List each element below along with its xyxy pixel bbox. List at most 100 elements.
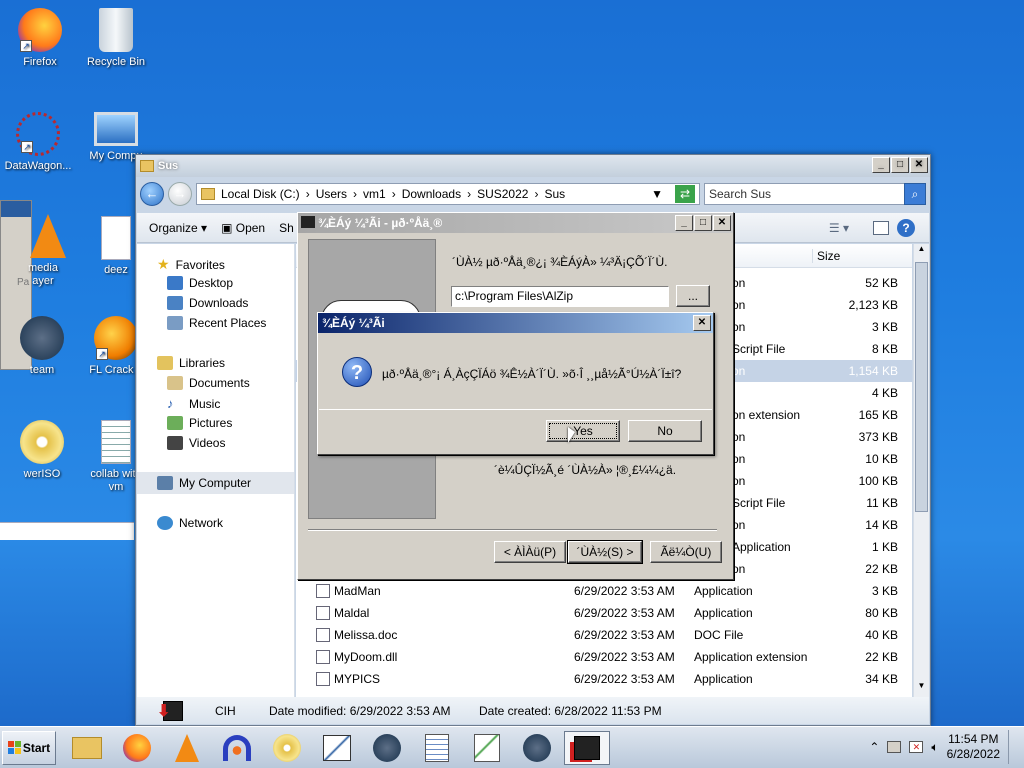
nav-network[interactable]: Network	[157, 516, 223, 530]
breadcrumb-item[interactable]: Local Disk (C:)	[221, 187, 300, 201]
taskbar-steam-2[interactable]	[514, 731, 560, 765]
forward-button[interactable]: →	[168, 182, 192, 206]
file-type: Script File	[732, 342, 786, 356]
start-button[interactable]: Start	[2, 730, 56, 765]
nav-pictures[interactable]: Pictures	[167, 416, 232, 430]
install-path-field[interactable]: c:\Program Files\AlZip	[451, 286, 669, 307]
table-row[interactable]: Maldal 6/29/2022 3:53 AM Application 80 KB	[296, 602, 912, 624]
no-button[interactable]: No	[628, 420, 702, 442]
nav-documents[interactable]: Documents	[167, 376, 250, 390]
network-status-icon[interactable]: ✕	[909, 741, 924, 753]
refresh-icon[interactable]: ⇄	[675, 185, 695, 203]
scroll-down-icon[interactable]: ▼	[914, 681, 929, 697]
installer-title: ¾ÈÁý ¼³Ãi - µð·ºÅä¸®	[318, 216, 443, 230]
share-button[interactable]: Sh	[279, 221, 294, 235]
installer-titlebar[interactable]: ¾ÈÁý ¼³Ãi - µð·ºÅä¸® _ □ ✕	[298, 213, 733, 233]
desktop-icon-label: team	[29, 364, 55, 376]
back-button[interactable]: ←	[140, 182, 164, 206]
file-icon	[316, 672, 330, 686]
chevron-down-icon[interactable]: ▼	[651, 187, 663, 201]
action-center-icon[interactable]	[887, 741, 902, 753]
table-row[interactable]: MyDoom.dll 6/29/2022 3:53 AM Application e…	[296, 646, 912, 668]
system-tray: ⌃ ✕ 🔈︎ 11:54 PM 6/28/2022	[869, 730, 1020, 764]
taskbar-steam[interactable]	[364, 731, 410, 765]
file-icon	[316, 584, 330, 598]
column-size-header[interactable]: Size	[812, 249, 912, 263]
nav-downloads[interactable]: Downloads	[167, 296, 248, 310]
breadcrumb-item[interactable]: SUS2022	[477, 187, 528, 201]
vertical-scrollbar[interactable]: ▲ ▼	[913, 244, 929, 697]
explorer-titlebar[interactable]: Sus _ □ ✕	[136, 155, 930, 177]
views-icon[interactable]: ☰ ▾	[829, 221, 849, 235]
desktop-icon-firefox[interactable]: ↗ Firefox	[0, 8, 80, 69]
maximize-button[interactable]: □	[891, 157, 909, 173]
nav-videos[interactable]: Videos	[167, 436, 225, 450]
taskbar-chart-app[interactable]	[464, 731, 510, 765]
installer-back-button[interactable]: < ÀÌÀü(P)	[494, 541, 566, 563]
desktop-icon-label: media ayer	[28, 262, 58, 287]
close-button[interactable]: ✕	[713, 215, 731, 231]
breadcrumb-item[interactable]: Downloads	[402, 187, 461, 201]
close-button[interactable]: ✕	[910, 157, 928, 173]
nav-label: Recent Places	[189, 316, 267, 330]
nav-desktop[interactable]: Desktop	[167, 276, 233, 290]
file-size: 80 KB	[865, 606, 898, 620]
taskbar-paint-app[interactable]	[314, 731, 360, 765]
open-button[interactable]: ▣ Open	[221, 221, 265, 235]
maximize-button[interactable]: □	[694, 215, 712, 231]
address-bar[interactable]: Local Disk (C:) › Users › vm1 › Downloads › …	[196, 183, 700, 205]
close-button[interactable]: ✕	[693, 315, 711, 331]
taskbar-explorer[interactable]	[64, 731, 110, 765]
nav-my-computer[interactable]: My Computer	[137, 472, 294, 494]
taskbar-audacity[interactable]	[214, 731, 260, 765]
desktop-icon-poweriso[interactable]: werISO	[2, 420, 82, 481]
steam-icon	[20, 316, 64, 360]
file-size: 3 KB	[871, 584, 898, 598]
nav-recent-places[interactable]: Recent Places	[167, 316, 266, 330]
taskbar: Start ⌃ ✕ 🔈︎ 11:54 PM 6/28/2022	[0, 726, 1024, 768]
scroll-up-icon[interactable]: ▲	[914, 244, 929, 260]
nav-favorites[interactable]: ★ Favorites	[157, 256, 225, 273]
taskbar-poweriso[interactable]	[264, 731, 310, 765]
desktop-icon-steam[interactable]: team	[2, 316, 82, 377]
preview-pane-icon[interactable]	[873, 220, 889, 235]
breadcrumb-item[interactable]: vm1	[363, 187, 386, 201]
question-icon: ?	[342, 357, 372, 387]
nav-music[interactable]: ♪ Music	[167, 396, 220, 411]
table-row[interactable]: MadMan 6/29/2022 3:53 AM Application 3 KB	[296, 580, 912, 602]
table-row[interactable]: MYPICS 6/29/2022 3:53 AM Application 34 KB	[296, 668, 912, 690]
taskbar-installer[interactable]	[564, 731, 610, 765]
help-icon[interactable]: ?	[897, 218, 915, 237]
yes-button[interactable]: Yes	[546, 420, 620, 442]
minimize-button[interactable]: _	[675, 215, 693, 231]
nav-libraries[interactable]: Libraries	[157, 356, 225, 370]
installer-cancel-button[interactable]: Ãë¼Ò(U)	[650, 541, 722, 563]
hidden-window-strip	[0, 522, 134, 540]
show-desktop-button[interactable]	[1008, 730, 1020, 764]
show-hidden-icons-icon[interactable]: ⌃	[869, 740, 879, 754]
search-input[interactable]: Search Sus ⌕	[704, 183, 926, 205]
browse-button[interactable]: ...	[676, 285, 710, 307]
file-size: 373 KB	[858, 430, 898, 444]
organize-button[interactable]: Organize ▾	[149, 221, 207, 235]
taskbar-firefox[interactable]	[114, 731, 160, 765]
confirm-titlebar[interactable]: ¾ÈÁý ¼³Ãi ✕	[318, 313, 713, 333]
desktop-icon-recycle-bin[interactable]: Recycle Bin	[76, 8, 156, 69]
desktop-icon-datawagon[interactable]: ↗ DataWagon...	[0, 112, 78, 173]
taskbar-wordpad[interactable]	[414, 731, 460, 765]
taskbar-vlc[interactable]	[164, 731, 210, 765]
search-icon[interactable]: ⌕	[904, 183, 926, 205]
recent-places-icon	[167, 316, 183, 330]
confirm-dialog[interactable]: ¾ÈÁý ¼³Ãi ✕ ? µð·ºÅä¸®°¡ Á¸ÀçÇÏÁö ¾Ê½À´Ï…	[317, 312, 714, 455]
scroll-thumb[interactable]	[915, 262, 928, 512]
file-size: 8 KB	[871, 342, 898, 356]
minimize-button[interactable]: _	[872, 157, 890, 173]
volume-icon[interactable]: 🔈︎	[931, 740, 938, 755]
clock[interactable]: 11:54 PM 6/28/2022	[947, 732, 1000, 762]
breadcrumb-item[interactable]: Users	[316, 187, 347, 201]
file-size: 4 KB	[871, 386, 898, 400]
breadcrumb-item[interactable]: Sus	[544, 187, 565, 201]
table-row[interactable]: Melissa.doc 6/29/2022 3:53 AM DOC File 40 K…	[296, 624, 912, 646]
installer-next-button[interactable]: ´ÙÀ½(S) >	[567, 540, 643, 564]
installer-divider	[308, 529, 717, 531]
